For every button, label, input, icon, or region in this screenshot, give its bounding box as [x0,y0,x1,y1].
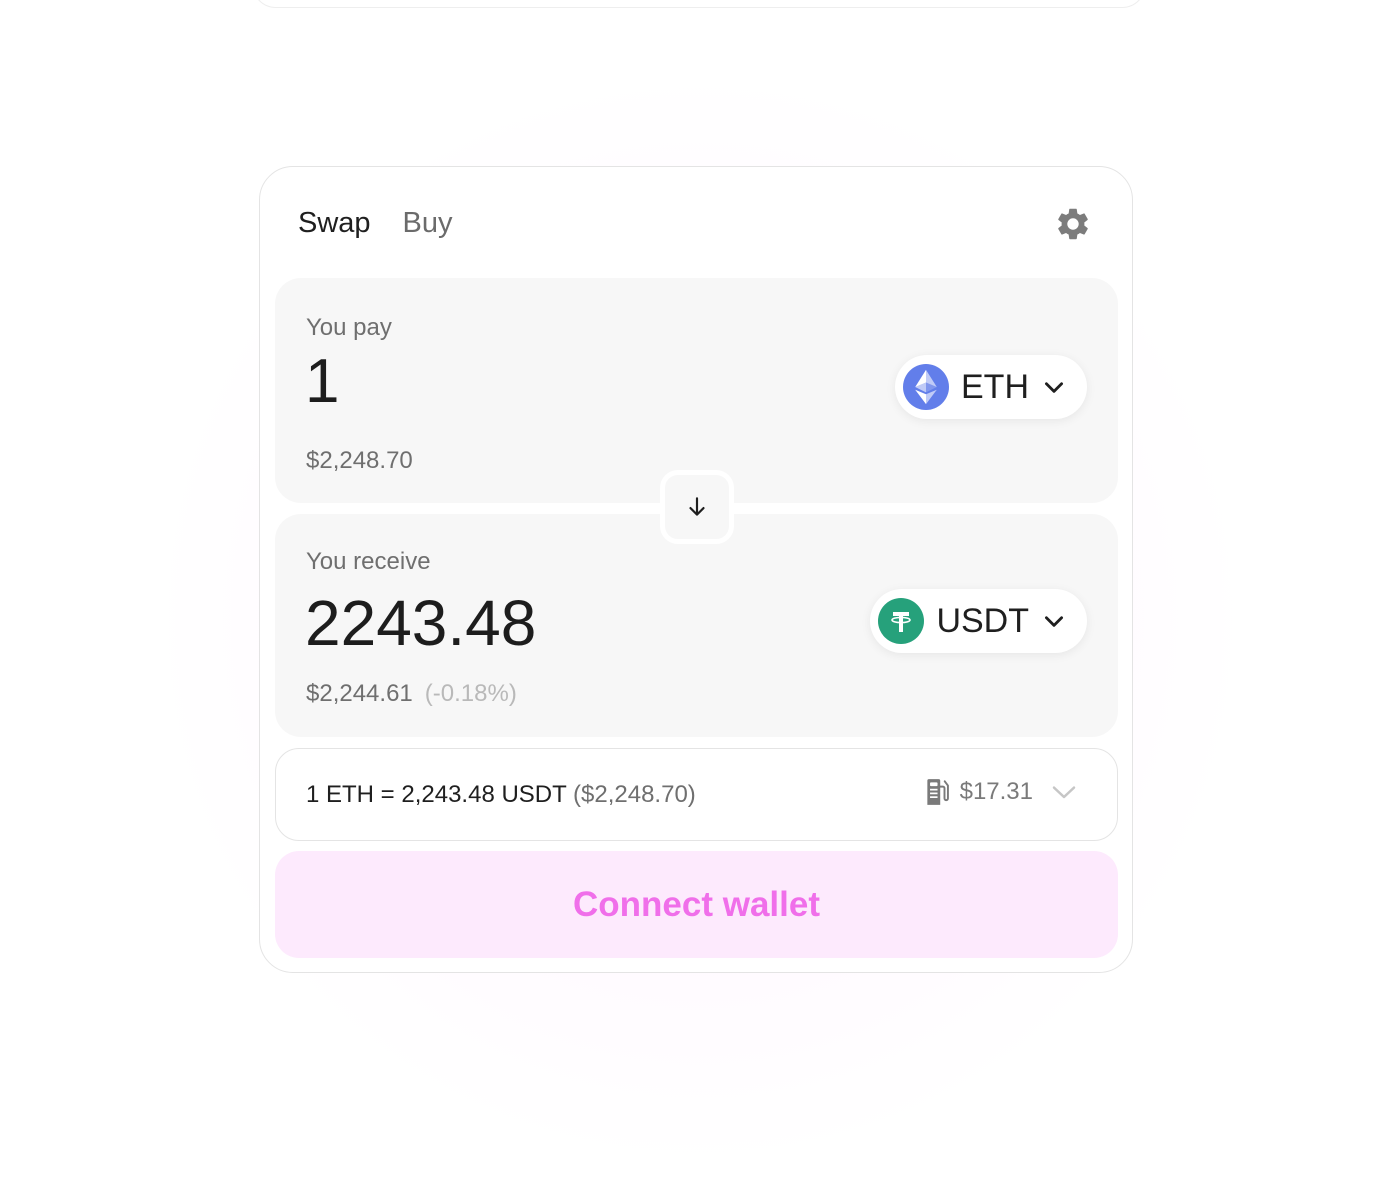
gas-fee: $17.31 [924,777,1079,807]
tether-icon [878,598,925,644]
pay-amount-input[interactable]: 1 [305,346,339,417]
pay-label: You pay [306,314,392,341]
chevron-down-icon [1045,616,1063,627]
chevron-down-icon [1045,382,1063,393]
receive-usd-row: $2,244.61 (-0.18%) [306,680,517,708]
pay-token-symbol: ETH [961,367,1029,406]
rate-details-row[interactable]: 1 ETH = 2,243.48 USDT ($2,248.70) $17.31 [275,748,1118,841]
receive-token-selector[interactable]: USDT [870,589,1087,653]
exchange-rate-usd: ($2,248.70) [573,781,696,808]
receive-label: You receive [306,548,431,575]
page: Swap Buy You pay 1 $2,248.70 ETH You rec… [0,0,1400,1190]
swap-widget: Swap Buy You pay 1 $2,248.70 ETH You rec… [259,166,1133,973]
receive-amount[interactable]: 2243.48 [305,586,536,660]
tab-buy[interactable]: Buy [403,207,453,240]
pay-usd-value: $2,248.70 [306,447,413,474]
gas-pump-icon [926,779,949,805]
gear-icon[interactable] [1054,205,1092,243]
price-impact: (-0.18%) [424,680,517,707]
exchange-rate: 1 ETH = 2,243.48 USDT ($2,248.70) [306,781,696,809]
arrow-down-icon [689,497,705,516]
switch-tokens-button[interactable] [660,470,734,544]
tab-swap[interactable]: Swap [298,207,371,240]
tab-bar: Swap Buy [298,207,453,240]
chevron-down-icon[interactable] [1049,777,1079,807]
receive-panel: You receive 2243.48 $2,244.61 (-0.18%) US… [275,514,1118,737]
ethereum-icon [903,364,949,410]
pay-token-selector[interactable]: ETH [895,355,1087,419]
connect-wallet-button[interactable]: Connect wallet [275,851,1118,958]
gas-fee-value: $17.31 [959,778,1033,805]
receive-usd-value: $2,244.61 [306,680,413,707]
exchange-rate-text: 1 ETH = 2,243.48 USDT [306,781,567,808]
receive-token-symbol: USDT [936,601,1029,640]
background-card [252,0,1146,8]
